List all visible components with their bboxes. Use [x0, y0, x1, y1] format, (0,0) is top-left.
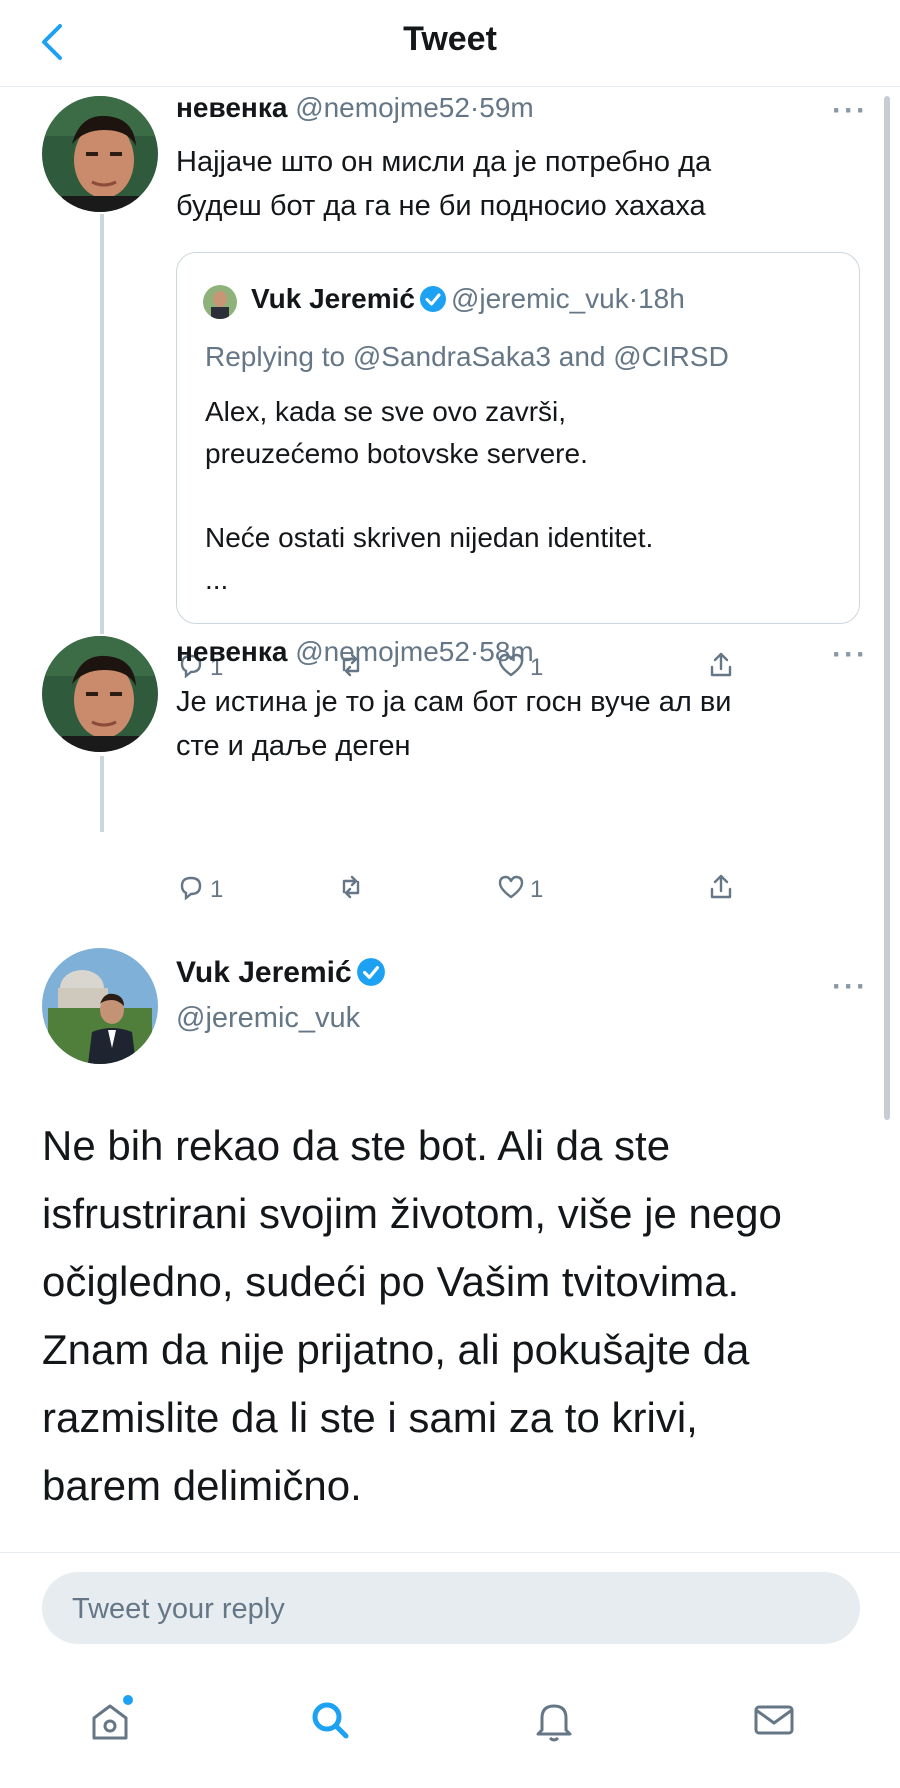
text-line: Је истина је то ја сам бот госн вуче ал … — [176, 686, 732, 718]
verified-badge-icon — [419, 285, 447, 313]
text-line: Neće ostati skriven nijedan identitet. — [205, 522, 654, 553]
text-line: Ne bih rekao da ste bot. Ali da ste — [42, 1122, 671, 1169]
tweet-header: невенка @nemojme52·58m — [176, 636, 534, 668]
like-button[interactable]: 1 — [496, 870, 543, 910]
separator: · — [628, 283, 639, 314]
tweet-header: невенка @nemojme52·59m — [176, 92, 534, 124]
text-line: barem delimično. — [42, 1462, 362, 1509]
text-line: isfrustrirani svojim životom, više je ne… — [42, 1190, 782, 1237]
bottom-tab-bar — [0, 1680, 900, 1770]
handle[interactable]: @nemojme52 — [295, 92, 470, 123]
quoted-handle: @jeremic_vuk — [450, 283, 629, 314]
display-name[interactable]: невенка — [176, 92, 287, 123]
more-icon[interactable]: ··· — [832, 638, 868, 672]
avatar[interactable] — [42, 96, 158, 212]
timestamp[interactable]: 58m — [479, 636, 533, 667]
text-line: preuzećemo botovske servere. — [205, 438, 588, 469]
notification-dot — [123, 1695, 133, 1705]
quoted-tweet[interactable]: Vuk Jeremić @jeremic_vuk·18h Replying to … — [176, 252, 860, 624]
reply-button[interactable]: 1 — [176, 870, 223, 910]
quoted-header: Vuk Jeremić @jeremic_vuk·18h — [251, 283, 685, 315]
tweet-text: Је истина је то ја сам бот госн вуче ал … — [176, 680, 856, 768]
messages-icon[interactable] — [744, 1690, 804, 1750]
avatar[interactable] — [42, 948, 158, 1064]
tweet-actions: 1 1 — [176, 870, 736, 910]
tweet-text: Најјаче што он мисли да је потребно да б… — [176, 140, 856, 228]
scrollbar[interactable] — [884, 96, 890, 1120]
share-button[interactable] — [706, 870, 736, 910]
avatar[interactable] — [42, 636, 158, 752]
separator: · — [469, 92, 480, 123]
quoted-avatar — [203, 285, 237, 319]
text-line: ... — [205, 564, 229, 595]
text-line: Најјаче што он мисли да је потребно да — [176, 146, 712, 178]
display-name: Vuk Jeremić — [176, 956, 352, 989]
main-display-name[interactable]: Vuk Jeremić — [176, 956, 390, 990]
more-icon[interactable]: ··· — [832, 970, 868, 1004]
separator: · — [469, 636, 480, 667]
top-bar: Tweet — [0, 0, 900, 87]
search-icon[interactable] — [300, 1690, 360, 1750]
replying-to: Replying to @SandraSaka3 and @CIRSD — [205, 341, 729, 372]
text-line: očigledno, sudeći po Vašim tvitovima. — [42, 1258, 740, 1305]
main-handle[interactable]: @jeremic_vuk — [176, 1002, 360, 1035]
notifications-icon[interactable] — [524, 1690, 584, 1750]
text-line: Alex, kada se sve ovo završi, — [205, 396, 567, 427]
text-line: сте и даље деген — [176, 730, 411, 762]
main-tweet-text: Ne bih rekao da ste bot. Ali da ste isfr… — [42, 1112, 862, 1520]
reply-count: 1 — [210, 876, 224, 903]
retweet-button[interactable] — [336, 870, 366, 910]
handle[interactable]: @nemojme52 — [295, 636, 470, 667]
quoted-timestamp: 18h — [638, 283, 685, 314]
page-title: Tweet — [403, 20, 497, 58]
text-line: будеш бот да га не би подносио хахаха — [176, 190, 706, 222]
timestamp[interactable]: 59m — [479, 92, 533, 123]
thread-connector — [100, 214, 104, 634]
more-icon[interactable]: ··· — [832, 94, 868, 128]
divider — [0, 1552, 900, 1553]
reply-input[interactable] — [70, 1572, 834, 1646]
quoted-text: Alex, kada se sve ovo završi, preuzećemo… — [205, 391, 835, 601]
like-count: 1 — [530, 876, 544, 903]
retweet-icon — [336, 872, 366, 909]
reply-composer[interactable] — [42, 1572, 860, 1646]
text-line: Znam da nije prijatno, ali pokušajte da — [42, 1326, 750, 1373]
text-line — [205, 475, 835, 517]
share-icon — [706, 872, 736, 909]
verified-badge-icon — [356, 957, 386, 987]
reply-icon — [176, 872, 206, 909]
text-line: razmislite da li ste i sami za to krivi, — [42, 1394, 698, 1441]
thread-connector — [100, 756, 104, 832]
display-name[interactable]: невенка — [176, 636, 287, 667]
quoted-display-name: Vuk Jeremić — [251, 283, 415, 314]
home-icon[interactable] — [80, 1690, 140, 1750]
like-icon — [496, 872, 526, 909]
